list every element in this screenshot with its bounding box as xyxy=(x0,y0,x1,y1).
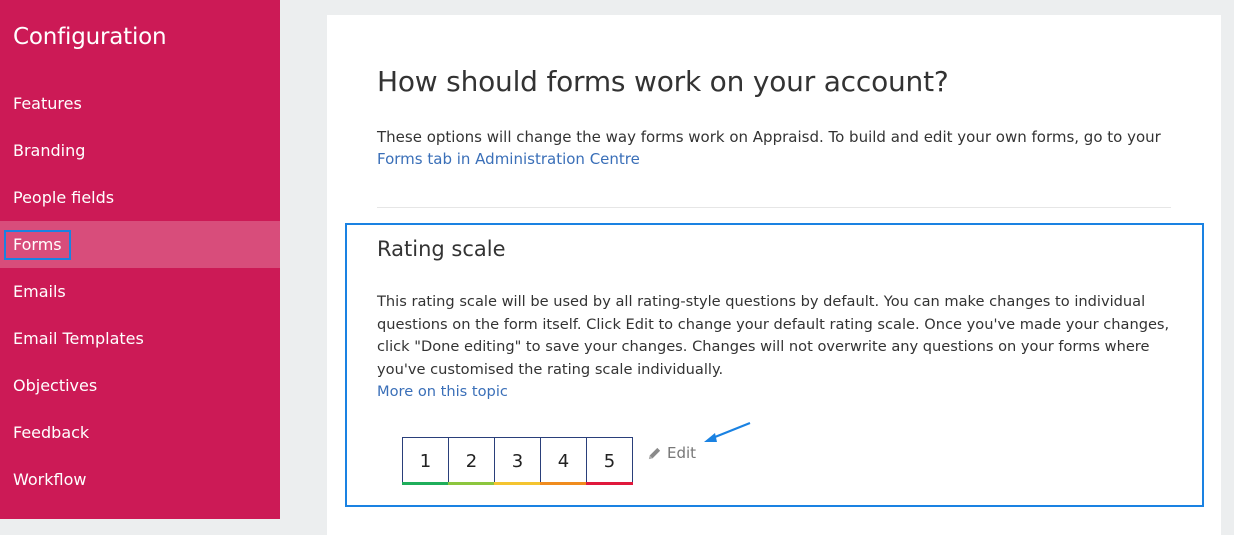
sidebar-item-label: Branding xyxy=(13,141,86,160)
rating-option-3: 3 xyxy=(494,437,541,485)
more-on-topic-link[interactable]: More on this topic xyxy=(377,381,1187,404)
rating-scale: 1 2 3 4 5 xyxy=(402,437,633,485)
sidebar-item-features[interactable]: Features xyxy=(0,80,280,127)
intro-text-body: These options will change the way forms … xyxy=(377,128,1161,146)
edit-button[interactable]: Edit xyxy=(647,444,696,462)
arrow-annotation-icon xyxy=(704,421,751,442)
sidebar-item-workflow[interactable]: Workflow xyxy=(0,456,280,503)
sidebar-item-label: Email Templates xyxy=(13,329,144,348)
sidebar-item-label: Features xyxy=(13,94,82,113)
forms-tab-link[interactable]: Forms tab in Administration Centre xyxy=(377,150,640,168)
rating-color-bar xyxy=(448,482,495,485)
sidebar: Configuration Features Branding People fie… xyxy=(0,0,280,519)
section-title: Rating scale xyxy=(377,237,506,261)
sidebar-item-emails[interactable]: Emails xyxy=(0,268,280,315)
rating-color-bar xyxy=(540,482,587,485)
pencil-icon xyxy=(648,447,661,459)
sidebar-item-label: Objectives xyxy=(13,376,98,395)
rating-value: 4 xyxy=(557,450,570,472)
rating-color-bar xyxy=(586,482,633,485)
sidebar-item-label: People fields xyxy=(13,188,115,207)
sidebar-title: Configuration xyxy=(13,24,167,50)
rating-color-bar xyxy=(402,482,449,485)
rating-color-bar xyxy=(494,482,541,485)
sidebar-item-label: Workflow xyxy=(13,470,87,489)
edit-label: Edit xyxy=(667,444,697,462)
sidebar-item-people-fields[interactable]: People fields xyxy=(0,174,280,221)
rating-option-5: 5 xyxy=(586,437,633,485)
rating-value: 3 xyxy=(511,450,524,472)
rating-value: 5 xyxy=(603,450,616,472)
sidebar-item-objectives[interactable]: Objectives xyxy=(0,362,280,409)
rating-value: 1 xyxy=(419,450,432,472)
sidebar-item-forms[interactable]: Forms xyxy=(0,221,280,268)
sidebar-item-branding[interactable]: Branding xyxy=(0,127,280,174)
sidebar-item-email-templates[interactable]: Email Templates xyxy=(0,315,280,362)
sidebar-item-label: Feedback xyxy=(13,423,90,442)
sidebar-nav: Features Branding People fields Forms Emails… xyxy=(0,80,280,503)
rating-scale-description: This rating scale will be used by all ra… xyxy=(377,291,1187,404)
rating-value: 2 xyxy=(465,450,478,472)
rating-option-4: 4 xyxy=(540,437,587,485)
sidebar-item-label: Emails xyxy=(13,282,66,301)
intro-text: These options will change the way forms … xyxy=(377,126,1177,170)
sidebar-item-label: Forms xyxy=(4,230,71,260)
rating-scale-section: Rating scale This rating scale will be u… xyxy=(345,223,1204,507)
rating-option-1: 1 xyxy=(402,437,449,485)
description-text: This rating scale will be used by all ra… xyxy=(377,293,1170,378)
rating-option-2: 2 xyxy=(448,437,495,485)
divider xyxy=(377,207,1171,208)
page-title: How should forms work on your account? xyxy=(377,65,949,98)
sidebar-item-feedback[interactable]: Feedback xyxy=(0,409,280,456)
